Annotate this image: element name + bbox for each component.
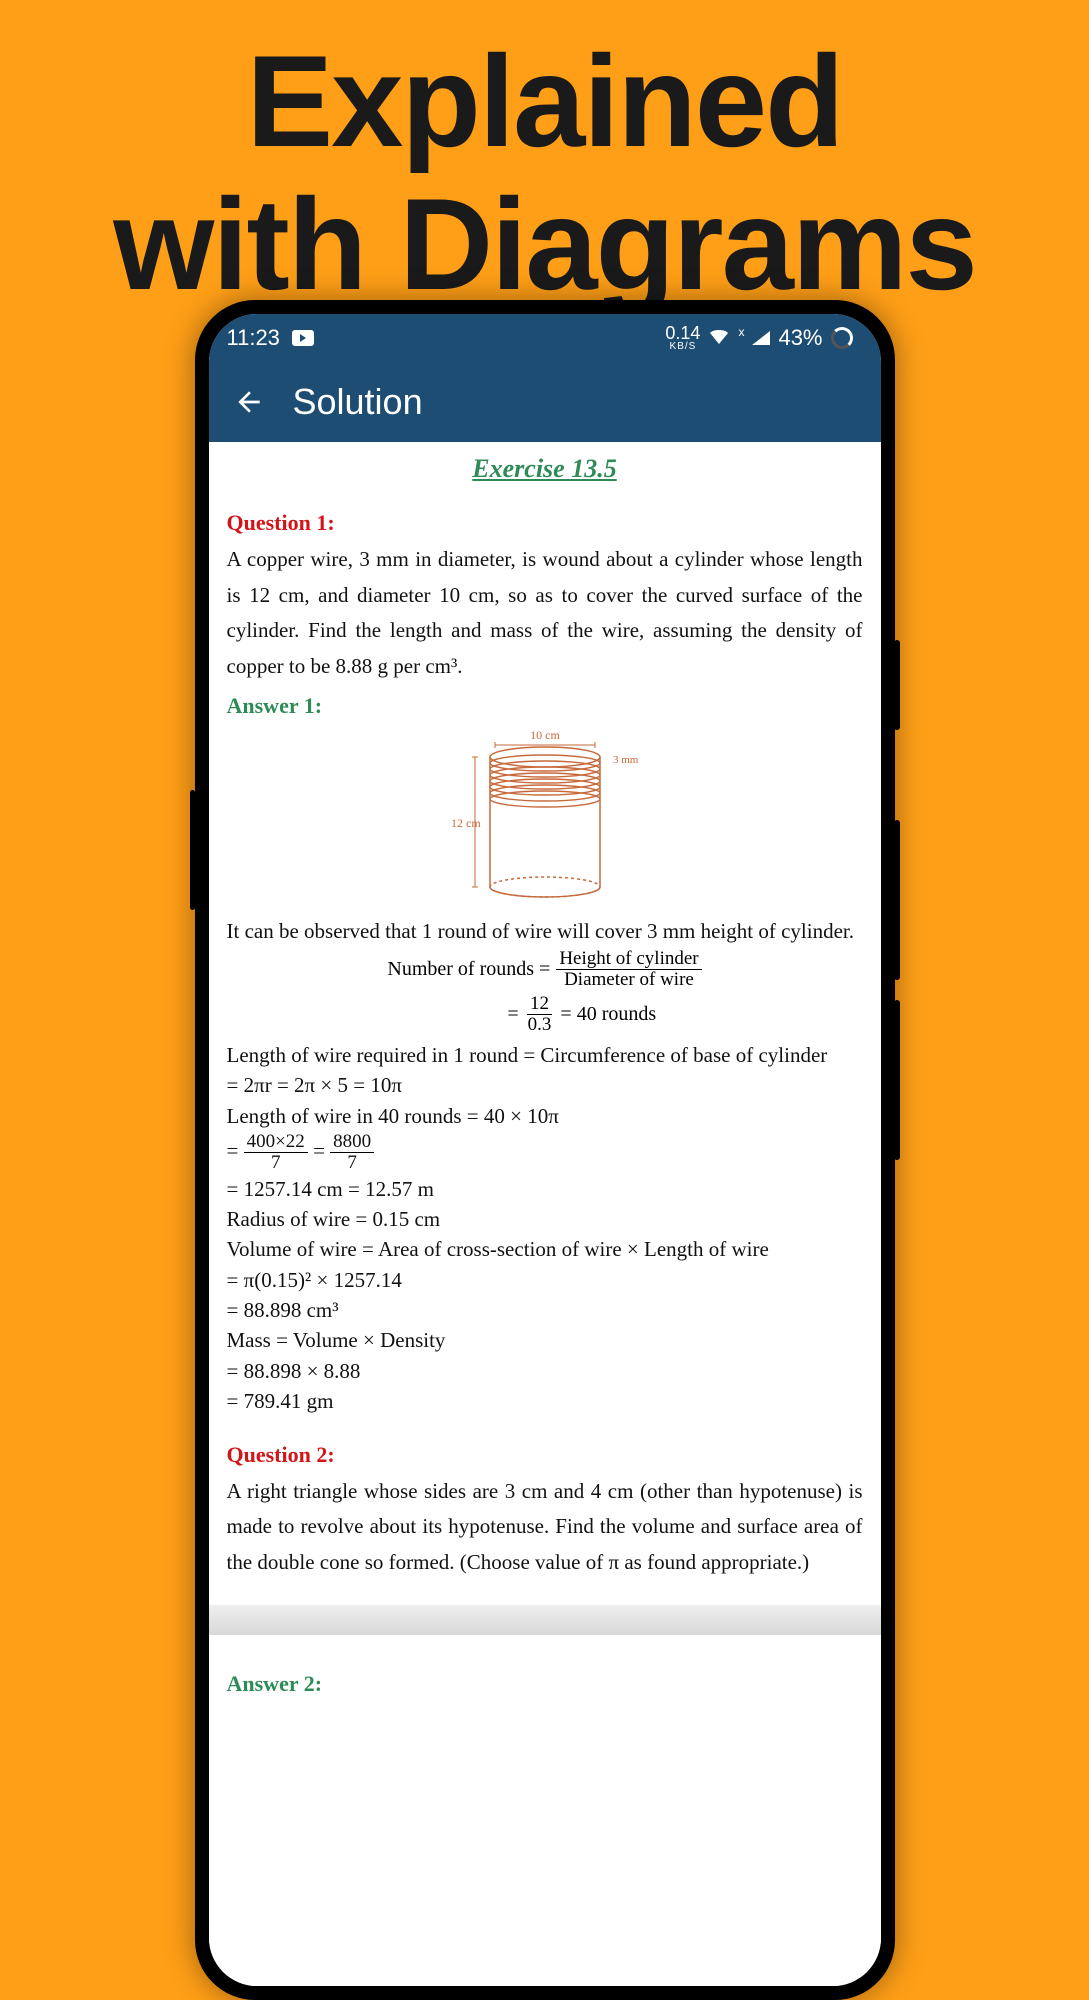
- data-rate: 0.14 KB/S: [665, 325, 700, 350]
- promo-line2: with Diagrams: [20, 173, 1069, 316]
- question2-label: Question 2:: [227, 1442, 863, 1468]
- rounds-num2: 12: [527, 994, 552, 1015]
- q1-observation: It can be observed that 1 round of wire …: [227, 917, 863, 945]
- diagram-top-label: 10 cm: [530, 728, 560, 742]
- status-right: 0.14 KB/S x 43%: [665, 325, 852, 351]
- question2-text: A right triangle whose sides are 3 cm an…: [227, 1474, 863, 1581]
- q1-line-b7: = 789.41 gm: [227, 1387, 863, 1415]
- q1-line-a1: = 2πr = 2π × 5 = 10π: [227, 1071, 863, 1099]
- answer2-label: Answer 2:: [227, 1671, 863, 1697]
- rounds-eq: = 40 rounds: [560, 1003, 656, 1026]
- q1-line-a2: Length of wire in 40 rounds = 40 × 10π: [227, 1102, 863, 1130]
- rounds-den2: 0.3: [525, 1015, 555, 1035]
- q1-line-b6: = 88.898 × 8.88: [227, 1357, 863, 1385]
- phone-screen: 11:23 0.14 KB/S x 43% Solutio: [209, 314, 881, 1986]
- phone-side-button-left: [190, 790, 195, 910]
- q1-line-b2: Volume of wire = Area of cross-section o…: [227, 1235, 863, 1263]
- signal-note: x: [738, 325, 744, 339]
- status-left: 11:23: [227, 325, 314, 351]
- phone-side-button-volup: [894, 820, 900, 980]
- phone-side-button-voldown: [894, 1000, 900, 1160]
- q1-line-b4: = 88.898 cm³: [227, 1296, 863, 1324]
- answer1-label: Answer 1:: [227, 693, 863, 719]
- rounds-lead: Number of rounds =: [387, 958, 550, 981]
- question1-label: Question 1:: [227, 510, 863, 536]
- card-divider: [209, 1605, 881, 1635]
- app-bar-title: Solution: [293, 381, 423, 423]
- exercise-title: Exercise 13.5: [227, 454, 863, 484]
- promo-headline: Explained with Diagrams: [0, 0, 1089, 326]
- q1-line-b1: Radius of wire = 0.15 cm: [227, 1205, 863, 1233]
- rounds-den1: Diameter of wire: [561, 970, 697, 990]
- q1-line-a0: Length of wire required in 1 round = Cir…: [227, 1041, 863, 1069]
- phone-frame: 11:23 0.14 KB/S x 43% Solutio: [195, 300, 895, 2000]
- q1-frac2: = 400×22 7 = 8800 7: [227, 1132, 863, 1173]
- wifi-icon: [708, 326, 730, 350]
- battery-icon: [831, 327, 853, 349]
- rounds-num1: Height of cylinder: [556, 949, 701, 970]
- promo-line1: Explained: [20, 30, 1069, 173]
- q1-line-b3: = π(0.15)² × 1257.14: [227, 1266, 863, 1294]
- cylinder-diagram: 10 cm: [227, 727, 863, 907]
- youtube-icon: [292, 330, 314, 346]
- content-scroll[interactable]: Exercise 13.5 Question 1: A copper wire,…: [209, 442, 881, 1986]
- signal-icon: [752, 331, 770, 345]
- back-button[interactable]: [233, 386, 265, 418]
- battery-percent: 43%: [778, 325, 822, 351]
- status-bar: 11:23 0.14 KB/S x 43%: [209, 314, 881, 362]
- status-time: 11:23: [227, 325, 280, 351]
- question1-text: A copper wire, 3 mm in diameter, is woun…: [227, 542, 863, 685]
- app-bar: Solution: [209, 362, 881, 442]
- data-rate-value: 0.14: [665, 325, 700, 341]
- q1-line-b0: = 1257.14 cm = 12.57 m: [227, 1175, 863, 1203]
- q1-line-b5: Mass = Volume × Density: [227, 1326, 863, 1354]
- phone-side-button-power: [894, 640, 900, 730]
- data-rate-unit: KB/S: [670, 342, 697, 351]
- diagram-side-label: 12 cm: [451, 816, 481, 830]
- rounds-formula: Number of rounds = Height of cylinder Di…: [227, 949, 863, 1035]
- diagram-wire-label: 3 mm: [613, 754, 639, 766]
